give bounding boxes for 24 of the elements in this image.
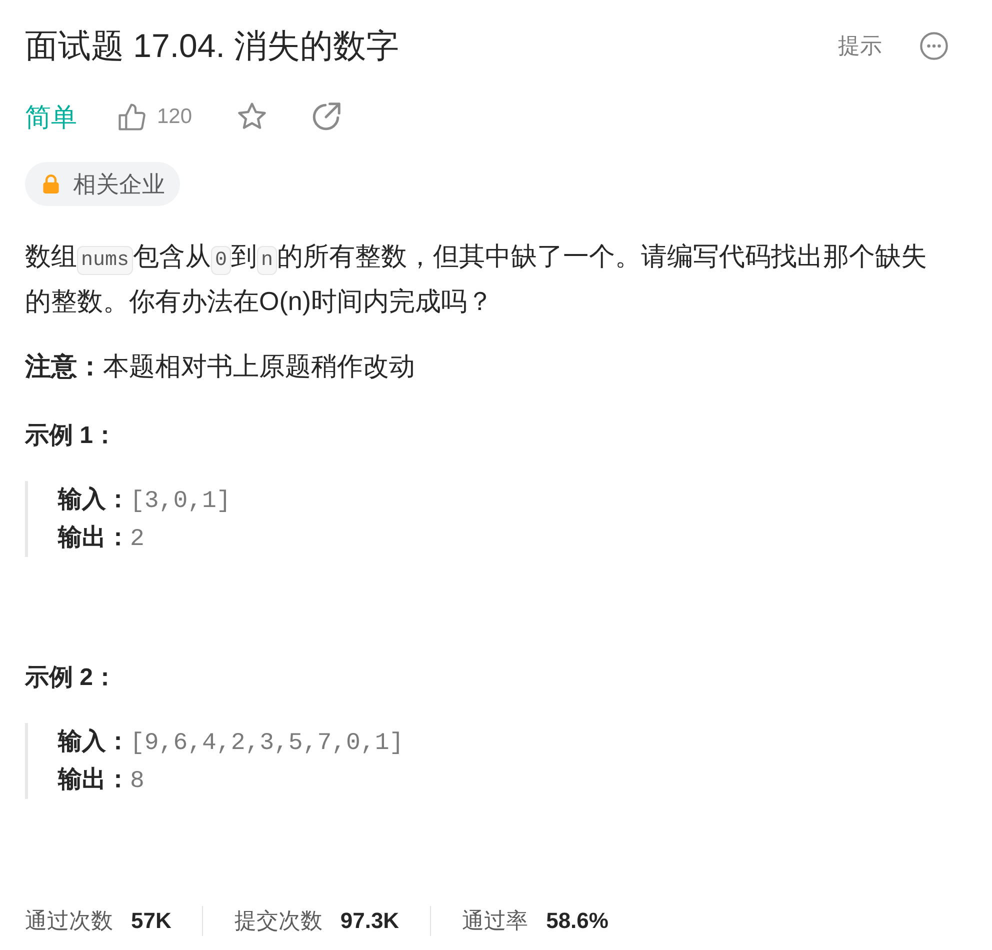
stat-value: 57K (131, 907, 172, 935)
hint-button[interactable]: 提示 (838, 31, 882, 61)
note-text: 注意：本题相对书上原题稍作改动 (25, 350, 416, 383)
share-icon[interactable] (311, 102, 342, 132)
thumbs-up-icon (118, 103, 146, 131)
stat-label: 通过次数 (25, 907, 113, 935)
stat-label: 提交次数 (234, 907, 322, 935)
example-line: 输入：[3,0,1] (58, 485, 232, 517)
like-button[interactable]: 120 (118, 102, 192, 132)
problem-title: 面试题 17.04. 消失的数字 (25, 26, 400, 66)
lock-icon (42, 174, 60, 194)
stat-value: 58.6% (546, 907, 608, 935)
star-icon[interactable] (237, 102, 268, 132)
problem-description: 数组 nums 包含从 0 到 n 的所有整数，但其中缺了一个。请编写代码找出那个缺失的整数。你有办法在O(n)时间内完成吗？ (25, 240, 928, 318)
example-line: 输入：[9,6,4,2,3,5,7,0,1] (58, 727, 405, 759)
example-line: 输出：2 (58, 523, 146, 555)
stat-value: 97.3K (340, 907, 400, 935)
example-title: 示例 1： (25, 421, 118, 451)
company-tag[interactable]: 相关企业 (25, 162, 180, 206)
more-icon[interactable] (920, 32, 948, 60)
example-line: 输出：8 (58, 765, 146, 797)
example-title: 示例 2： (25, 663, 118, 693)
stat-label: 通过率 (462, 907, 528, 935)
difficulty-label: 简单 (25, 101, 77, 134)
